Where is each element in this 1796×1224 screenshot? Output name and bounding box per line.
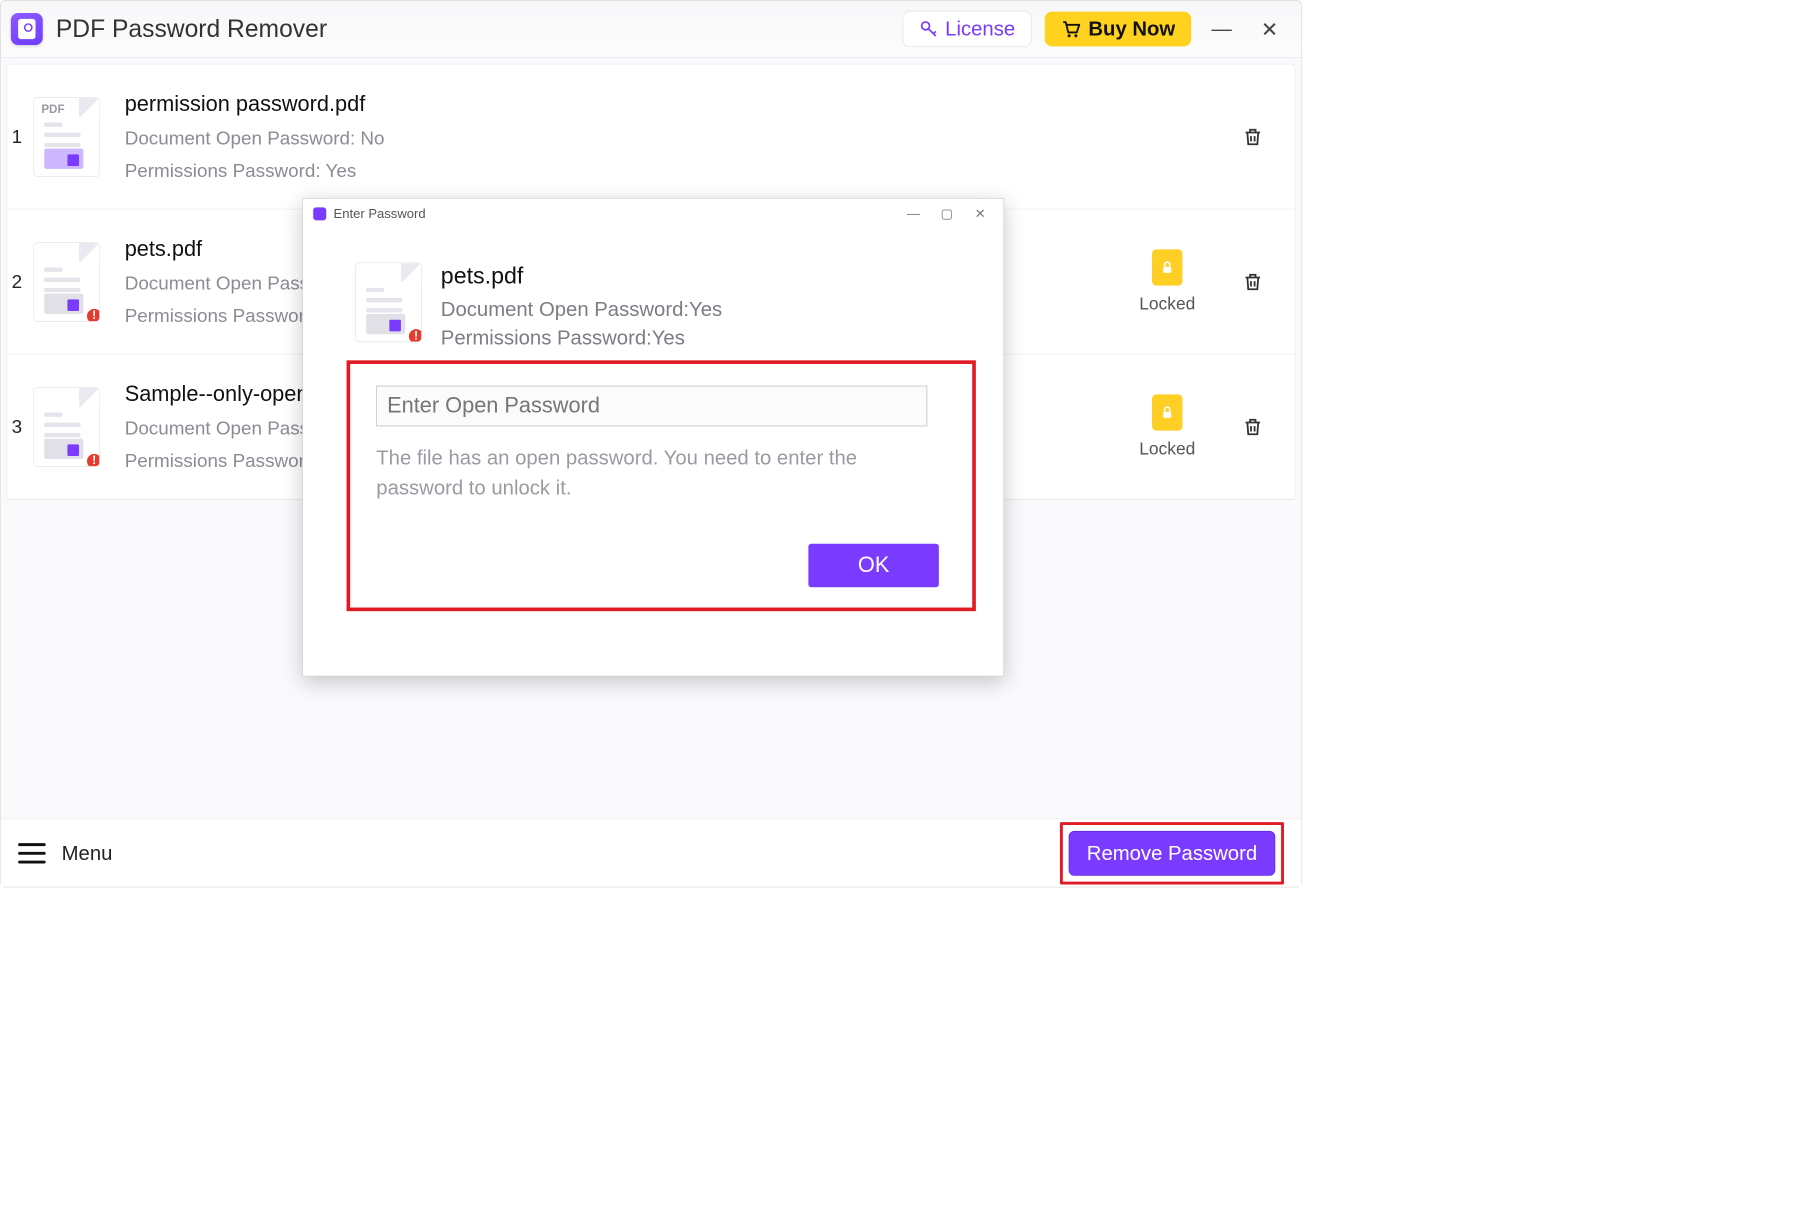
open-password-input[interactable] [376, 386, 927, 427]
remove-password-highlight: Remove Password [1060, 822, 1284, 884]
trash-icon [1242, 416, 1264, 438]
dialog-body: pets.pdf Document Open Password:Yes Perm… [303, 229, 1003, 676]
file-thumbnail-icon [355, 262, 422, 342]
row-index: 3 [7, 415, 29, 437]
dialog-title: Enter Password [334, 206, 426, 221]
dialog-titlebar[interactable]: Enter Password — ▢ ✕ [303, 199, 1003, 229]
locked-label: Locked [1139, 294, 1195, 314]
row-index: 1 [7, 125, 29, 147]
file-name: permission password.pdf [125, 92, 1117, 117]
locked-label: Locked [1139, 439, 1195, 459]
dialog-app-icon [313, 207, 326, 220]
dialog-help-text: The file has an open password. You need … [376, 444, 934, 503]
row-index: 2 [7, 270, 29, 292]
dialog-input-highlight: The file has an open password. You need … [347, 361, 976, 611]
file-open-pwd: Document Open Password: No [125, 127, 1117, 149]
delete-button[interactable] [1240, 414, 1266, 440]
ok-button[interactable]: OK [808, 543, 939, 587]
app-logo-icon [11, 13, 43, 45]
trash-icon [1242, 126, 1264, 148]
remove-password-button[interactable]: Remove Password [1069, 830, 1276, 875]
menu-button[interactable]: Menu [18, 841, 112, 864]
menu-label: Menu [62, 841, 113, 864]
trash-icon [1242, 271, 1264, 293]
delete-button[interactable] [1240, 124, 1266, 150]
enter-password-dialog: Enter Password — ▢ ✕ pets.pdf Document O… [302, 198, 1004, 677]
file-thumbnail-icon [33, 242, 100, 322]
key-icon [919, 20, 938, 39]
alert-icon [85, 306, 100, 321]
window-close-button[interactable]: ✕ [1252, 12, 1287, 47]
footer: Menu Remove Password [1, 819, 1302, 887]
dialog-maximize-button[interactable]: ▢ [934, 206, 960, 221]
alert-icon [407, 327, 422, 342]
window-minimize-button[interactable]: — [1204, 12, 1239, 47]
dialog-file-name: pets.pdf [441, 262, 722, 289]
dialog-minimize-button[interactable]: — [900, 206, 926, 221]
lock-icon [1152, 394, 1182, 430]
file-row[interactable]: 1 PDF permission password.pdf Document O… [7, 65, 1295, 210]
alert-icon [85, 451, 100, 466]
hamburger-icon [18, 843, 46, 863]
dialog-close-button[interactable]: ✕ [967, 206, 993, 221]
file-info: permission password.pdf Document Open Pa… [125, 92, 1117, 182]
dialog-file-summary: pets.pdf Document Open Password:Yes Perm… [355, 262, 971, 351]
lock-icon [1152, 249, 1182, 285]
app-title: PDF Password Remover [56, 15, 327, 43]
license-button[interactable]: License [902, 11, 1031, 47]
app-window: PDF Password Remover License Buy Now — ✕… [0, 0, 1302, 887]
license-label: License [945, 17, 1015, 40]
locked-indicator: Locked [1117, 394, 1219, 459]
file-thumbnail-icon [33, 387, 100, 467]
titlebar: PDF Password Remover License Buy Now — ✕ [1, 1, 1302, 58]
file-perm-pwd: Permissions Password: Yes [125, 159, 1117, 181]
delete-button[interactable] [1240, 269, 1266, 295]
dialog-perm-pwd: Permissions Password:Yes [441, 323, 722, 351]
buy-now-button[interactable]: Buy Now [1045, 12, 1191, 47]
buy-now-label: Buy Now [1088, 17, 1175, 40]
file-thumbnail-icon: PDF [33, 97, 100, 177]
cart-icon [1061, 19, 1081, 39]
dialog-open-pwd: Document Open Password:Yes [441, 295, 722, 323]
locked-indicator: Locked [1117, 249, 1219, 314]
